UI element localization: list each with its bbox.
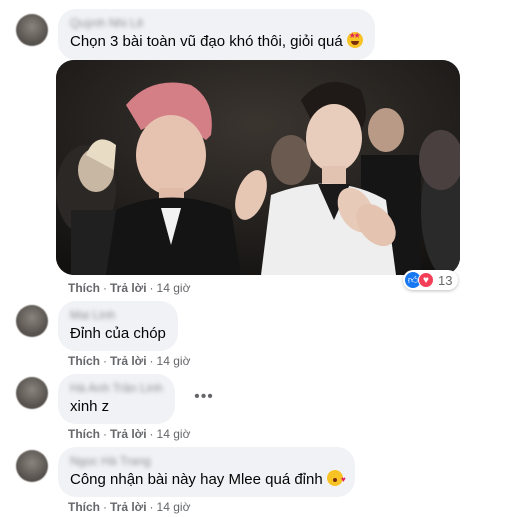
comment-text: Công nhận bài này hay Mlee quá đỉnh ♥ [70,470,346,488]
comment-bubble: Quỳnh Nhi Lê Chọn 3 bài toàn vũ đạo khó … [58,9,375,60]
separator-dot: · [103,427,107,441]
kissing-heart-emoji-icon: ♥ [326,470,346,486]
comment-author[interactable]: Hà Anh Trần Linh [70,381,163,395]
reply-button[interactable]: Trả lời [110,500,147,514]
reply-button[interactable]: Trả lời [110,427,147,441]
avatar[interactable] [16,14,48,46]
concert-audience-image [56,60,460,275]
avatar[interactable] [16,450,48,482]
comment-author[interactable]: Ngọc Hà Trang [70,454,343,468]
love-icon: ♥ [418,272,434,288]
reply-button[interactable]: Trả lời [110,281,147,295]
comment-text: Đỉnh của chóp [70,325,166,342]
comment-author[interactable]: Quỳnh Nhi Lê [70,16,363,30]
like-button[interactable]: Thích [68,354,100,368]
comment-actions: Thích · Trả lời · 14 giờ [68,354,190,368]
separator-dot: · [149,354,154,368]
separator-dot: · [149,500,154,514]
more-options-button[interactable]: ••• [193,389,215,411]
timestamp[interactable]: 14 giờ [157,281,191,295]
comment-actions: Thích · Trả lời · 14 giờ [68,281,190,295]
comment-bubble: Hà Anh Trần Linh xinh z [58,374,175,424]
separator-dot: · [103,281,107,295]
separator-dot: · [149,427,154,441]
comment-actions: Thích · Trả lời · 14 giờ [68,427,190,441]
comment-text: Chọn 3 bài toàn vũ đạo khó thôi, giỏi qu… [70,32,363,51]
reaction-count: 13 [438,272,453,288]
timestamp[interactable]: 14 giờ [157,427,191,441]
comment-bubble: Mai Linh Đỉnh của chóp [58,301,178,351]
avatar[interactable] [16,305,48,337]
comment-text: xinh z [70,398,110,415]
comment-actions: Thích · Trả lời · 14 giờ [68,500,190,514]
comment-author[interactable]: Mai Linh [70,308,166,322]
separator-dot: · [103,500,107,514]
separator-dot: · [103,354,107,368]
star-struck-emoji-icon [346,32,363,48]
timestamp[interactable]: 14 giờ [157,354,191,368]
avatar[interactable] [16,377,48,409]
comment-bubble: Ngọc Hà Trang Công nhận bài này hay Mlee… [58,447,355,497]
timestamp[interactable]: 14 giờ [157,500,191,514]
separator-dot: · [149,281,154,295]
like-button[interactable]: Thích [68,427,100,441]
reply-button[interactable]: Trả lời [110,354,147,368]
reaction-summary[interactable]: 👍︎ ♥ 13 [403,270,459,290]
like-button[interactable]: Thích [68,281,100,295]
like-button[interactable]: Thích [68,500,100,514]
comment-attached-video[interactable] [56,60,460,275]
